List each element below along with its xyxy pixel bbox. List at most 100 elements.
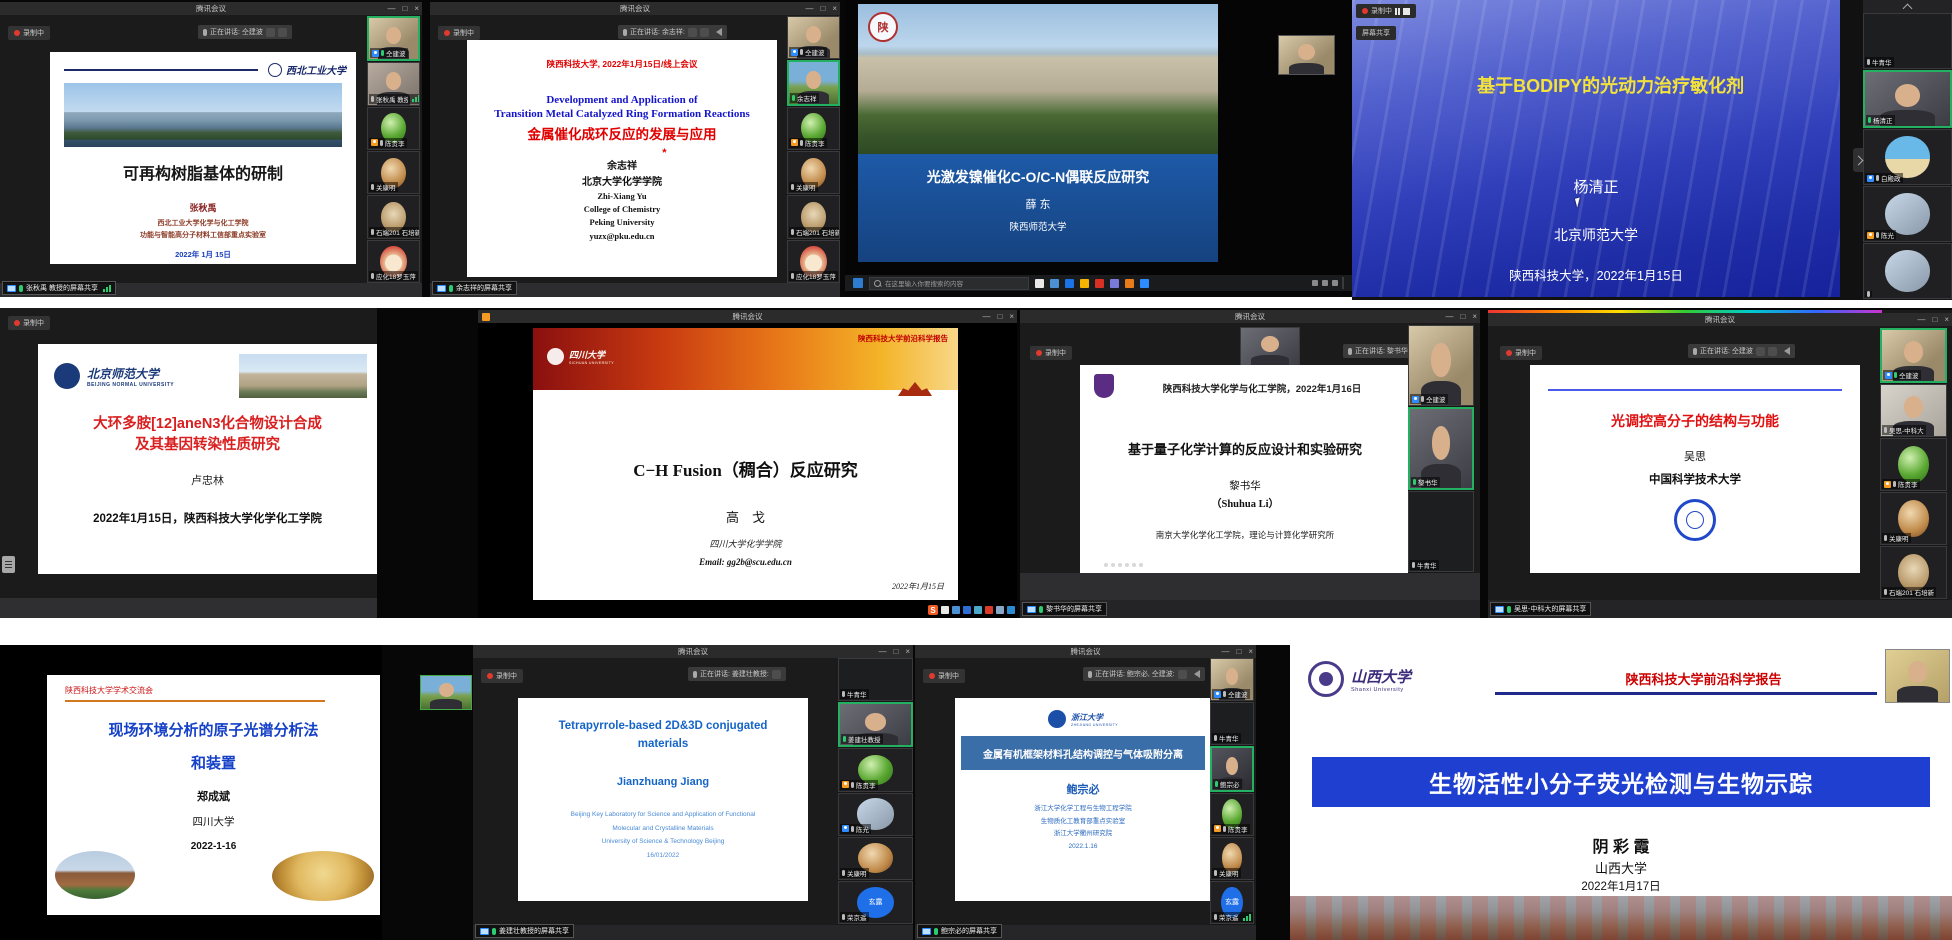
participant-thumbnail[interactable]: 余志祥 [787, 60, 840, 105]
taskbar-icon[interactable] [1050, 279, 1059, 288]
titlebar[interactable]: 腾讯会议 — □ × [478, 310, 1017, 323]
participant-thumbnail[interactable]: 陈贵李 [838, 748, 913, 791]
minimize-button[interactable]: — [1221, 645, 1229, 658]
participant-thumbnail[interactable]: 白殿政 [1863, 129, 1952, 185]
maximize-button[interactable]: □ [1460, 310, 1465, 323]
close-button[interactable]: × [1009, 310, 1014, 323]
participant-sidebar[interactable]: 仝建波黎书华牛青华 [1408, 325, 1474, 573]
hamburger-menu-icon[interactable] [2, 556, 15, 573]
titlebar[interactable]: 腾讯会议 — □ × [473, 645, 913, 658]
participant-sidebar[interactable]: 仝建波张秋禹 教授陈贵李关康明石端201 石培新应化18罗玉萍 [367, 16, 420, 284]
minimize-button[interactable]: — [387, 2, 395, 15]
floating-webcam[interactable] [1278, 35, 1335, 75]
titlebar[interactable]: 腾讯会议 — □ × [1488, 313, 1952, 326]
participant-thumbnail[interactable]: 石端201 石培新 [367, 195, 420, 238]
participant-thumbnail[interactable]: 陈光 [1863, 186, 1952, 242]
participant-sidebar[interactable]: 牛青华姜建壮教授陈贵李陈光关康明玄露荣京遥 [838, 658, 913, 925]
participant-thumbnail[interactable]: 仝建波 [1408, 325, 1474, 406]
taskbar-icon[interactable] [1140, 279, 1149, 288]
minimize-button[interactable]: — [805, 2, 813, 15]
maximize-button[interactable]: □ [1932, 313, 1937, 326]
participant-thumbnail[interactable]: 陈贵李 [1880, 438, 1947, 491]
taskbar-icon[interactable] [1035, 279, 1044, 288]
maximize-button[interactable]: □ [893, 645, 898, 658]
participant-thumbnail[interactable]: 吴思-中科大 [1880, 384, 1947, 437]
tray-icon[interactable] [1312, 280, 1318, 286]
participant-thumbnail[interactable]: 关康明 [787, 151, 840, 194]
taskbar-search-input[interactable]: 在这里输入你要搜索的内容 [869, 277, 1029, 290]
titlebar[interactable]: 腾讯会议 — □ × [0, 2, 422, 15]
floating-webcam[interactable] [420, 675, 472, 710]
participant-sidebar[interactable]: 仝建波牛青华鲍宗必陈贵李关康明玄露荣京遥 [1210, 658, 1254, 925]
close-button[interactable]: × [414, 2, 419, 15]
close-button[interactable]: × [1248, 645, 1253, 658]
maximize-button[interactable]: □ [997, 310, 1002, 323]
taskbar-icon[interactable] [1110, 279, 1119, 288]
maximize-button[interactable]: □ [402, 2, 407, 15]
participant-thumbnail[interactable]: 石端201 石培新 [787, 195, 840, 238]
maximize-button[interactable]: □ [1236, 645, 1241, 658]
participant-thumbnail[interactable]: 牛青华 [1863, 13, 1952, 69]
reaction-icon[interactable] [1768, 347, 1777, 356]
participant-thumbnail[interactable]: 仝建波 [787, 16, 840, 59]
reaction-icon[interactable] [266, 28, 275, 37]
reaction-icon[interactable] [772, 670, 781, 679]
tray-icon[interactable] [1322, 280, 1328, 286]
participant-thumbnail[interactable]: 陈贵李 [787, 107, 840, 150]
taskbar-icon[interactable] [1080, 279, 1089, 288]
minimize-button[interactable]: — [1445, 310, 1453, 323]
participant-thumbnail[interactable]: 张秋禹 教授 [367, 62, 420, 105]
close-button[interactable]: × [832, 2, 837, 15]
participant-thumbnail[interactable]: 陈贵李 [367, 107, 420, 150]
participant-sidebar[interactable]: 仝建波余志祥陈贵李关康明石端201 石培新应化18罗玉萍 [787, 16, 840, 284]
participant-thumbnail[interactable]: 姜建壮教授 [838, 702, 913, 747]
participant-thumbnail[interactable]: 牛青华 [1408, 491, 1474, 572]
participant-thumbnail[interactable]: 应化18罗玉萍 [787, 240, 840, 283]
minimize-button[interactable]: — [878, 645, 886, 658]
titlebar[interactable]: 腾讯会议 — □ × [430, 2, 840, 15]
participant-thumbnail[interactable]: 鲍宗必 [1210, 746, 1254, 791]
taskbar-icon[interactable] [963, 606, 971, 614]
participant-sidebar[interactable]: 仝建波吴思-中科大陈贵李关康明石端201 石培新 [1880, 328, 1947, 600]
taskbar-icon[interactable] [1125, 279, 1134, 288]
participant-thumbnail[interactable]: 应化18罗玉萍 [367, 240, 420, 283]
taskbar-icon[interactable] [1007, 606, 1015, 614]
participant-thumbnail[interactable]: 牛青华 [1210, 702, 1254, 745]
titlebar[interactable]: 腾讯会议 — □ × [1020, 310, 1480, 323]
sidebar-collapse-bar[interactable] [1863, 0, 1952, 13]
taskbar-icon[interactable] [952, 606, 960, 614]
reaction-icon[interactable] [688, 28, 697, 37]
participant-thumbnail[interactable]: 牛青华 [838, 658, 913, 701]
participant-thumbnail[interactable]: 仝建波 [367, 16, 420, 61]
reply-arrow-icon[interactable] [1784, 347, 1790, 355]
participant-thumbnail[interactable]: 黎书华 [1408, 407, 1474, 490]
taskbar-icon[interactable] [941, 606, 949, 614]
participant-thumbnail[interactable]: 仝建波 [1210, 658, 1254, 701]
taskbar-icon[interactable] [974, 606, 982, 614]
participant-thumbnail[interactable]: 仝建波 [1880, 328, 1947, 383]
taskbar-icon[interactable] [1065, 279, 1074, 288]
minimize-button[interactable]: — [982, 310, 990, 323]
participant-thumbnail[interactable]: 石端201 石培新 [1880, 546, 1947, 599]
windows-taskbar[interactable]: 在这里输入你要搜索的内容 [845, 275, 1352, 291]
participant-thumbnail[interactable]: 玄露荣京遥 [838, 881, 913, 924]
reaction-icon[interactable] [1178, 670, 1187, 679]
minimize-button[interactable]: — [1917, 313, 1925, 326]
close-button[interactable]: × [905, 645, 910, 658]
reply-arrow-icon[interactable] [716, 28, 722, 36]
close-button[interactable]: × [1472, 310, 1477, 323]
participant-thumbnail[interactable]: 杨清正 [1863, 70, 1952, 128]
participant-thumbnail[interactable]: 玄露荣京遥 [1210, 881, 1254, 924]
participant-thumbnail[interactable]: 关康明 [838, 837, 913, 880]
stop-icon[interactable] [1403, 8, 1410, 15]
participant-thumbnail[interactable]: 关康明 [1210, 837, 1254, 880]
pause-icon[interactable] [1395, 8, 1400, 15]
participant-thumbnail[interactable]: 陈光 [838, 793, 913, 836]
desktop-taskbar-icons[interactable]: S [928, 605, 1017, 615]
sidebar-expand-tab[interactable] [1853, 148, 1863, 172]
close-button[interactable]: × [1944, 313, 1949, 326]
reply-arrow-icon[interactable] [1194, 670, 1200, 678]
floating-webcam[interactable] [1885, 649, 1950, 703]
participant-thumbnail[interactable]: 关康明 [1880, 492, 1947, 545]
taskbar-icon[interactable] [996, 606, 1004, 614]
